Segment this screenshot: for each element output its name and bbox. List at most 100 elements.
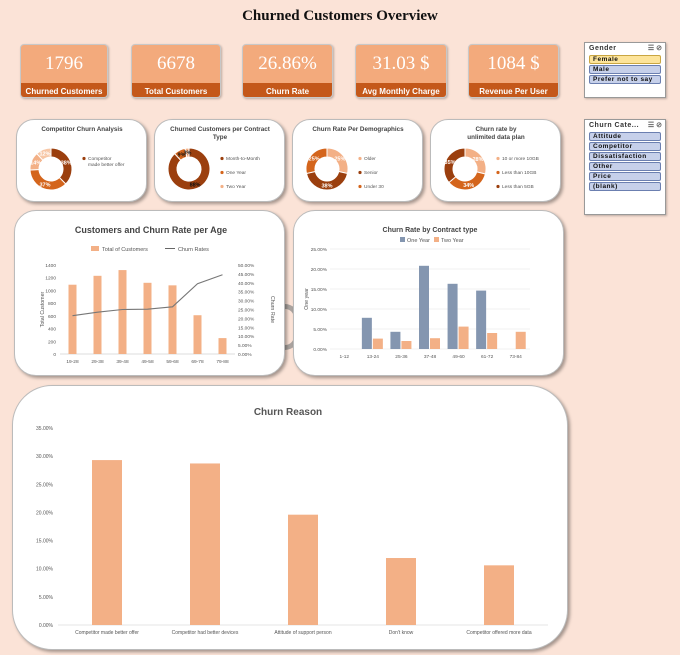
bar [92, 460, 122, 625]
data-plan-card: Churn rate by unlimited data plan 28% 34% 35… [430, 119, 561, 202]
legend-label: One Year [407, 238, 430, 244]
demographics-card: Churn Rate Per Demographics 25% 38% 25% Olde… [292, 119, 423, 202]
bar [476, 290, 487, 349]
chart-title: Type [213, 134, 228, 141]
chart-title: unlimited data plan [467, 134, 525, 141]
contract-chart-card: Churn Rate by Contract type One Year Two Y… [293, 210, 564, 376]
legend-label: 10 or more 10GB [502, 156, 539, 162]
competitor-churn-donut-chart: Competitor Churn Analysis 38% 37% 14% 12% Com… [29, 126, 125, 191]
bar [288, 514, 318, 625]
kpi-label: Total Customers [132, 83, 220, 97]
kpi-label: Churned Customers [21, 83, 107, 97]
slicer-item-competitor[interactable]: Competitor [589, 142, 661, 151]
churn-category-slicer: Churn Cate... ☰ ⊘ Attitude Competitor Dis… [584, 119, 666, 215]
y-tick-label: 1000 [45, 288, 56, 294]
kpi-avg-monthly-charge: 31.03 $ Avg Monthly Charge [355, 44, 447, 98]
kpi-label: Churn Rate [243, 83, 332, 97]
y-tick-label: 200 [48, 339, 56, 345]
legend-label: made better offer [88, 162, 125, 168]
legend-label: One Year [226, 170, 246, 176]
bar [458, 326, 469, 349]
slicer-title: Gender [589, 44, 617, 52]
legend-marker [91, 246, 99, 251]
legend-label: Churn Rates [178, 247, 209, 253]
slice-label: 14% [30, 161, 41, 167]
demographics-donut-chart: Churn Rate Per Demographics 25% 38% 25% Olde… [305, 126, 404, 191]
y2-tick-label: 35.00% [238, 290, 255, 296]
x-tick-label: 49-60 [452, 354, 465, 360]
y2-tick-label: 50.00% [238, 263, 255, 269]
legend-marker [220, 170, 224, 175]
legend-label: Older [364, 156, 376, 162]
slicer-item-prefer-not-to-say[interactable]: Prefer not to say [589, 75, 661, 84]
chart-title: Churn Rate by Contract type [383, 227, 478, 234]
y-tick-label: 10.00% [311, 307, 328, 313]
y-tick-label: 5.00% [313, 327, 327, 333]
x-tick-label: 49-58 [141, 359, 154, 365]
x-tick-label: 19-28 [66, 359, 79, 365]
x-tick-label: 39-48 [116, 359, 129, 365]
x-tick-label: 69-78 [191, 359, 204, 365]
x-tick-label: 37-48 [424, 354, 437, 360]
legend-label: Two Year [226, 184, 246, 190]
chart-title: Churned Customers per Contract [170, 126, 271, 133]
bar [93, 275, 102, 354]
x-tick-label: 79-88 [216, 359, 229, 365]
slicer-item-female[interactable]: Female [589, 55, 661, 64]
legend-marker [358, 156, 362, 161]
slicer-item-other[interactable]: Other [589, 162, 661, 171]
legend-marker [82, 156, 86, 161]
churn-reason-bar-chart: Churn Reason 0.00% 5.00% 10.00% 15.00% 20.00%… [36, 407, 548, 636]
slice-label: 12% [39, 152, 50, 158]
multi-select-icon[interactable]: ☰ [648, 121, 654, 129]
chart-title: Churn Reason [254, 407, 322, 418]
y-tick-label: 0.00% [39, 623, 54, 629]
legend-marker [358, 184, 362, 189]
legend-marker [496, 170, 500, 175]
legend-label: Senior [364, 170, 378, 176]
slicer-item-male[interactable]: Male [589, 65, 661, 74]
y-tick-label: 30.00% [36, 454, 54, 460]
x-tick-label: 25-36 [395, 354, 408, 360]
y2-tick-label: 5.00% [238, 343, 252, 349]
kpi-value: 6678 [157, 53, 195, 74]
bar [190, 463, 220, 625]
kpi-revenue-per-user: 1084 $ Revenue Per User [468, 44, 559, 98]
bar [118, 270, 127, 354]
slicer-item-attitude[interactable]: Attitude [589, 132, 661, 141]
kpi-value: 1796 [45, 53, 83, 74]
chart-title: Competitor Churn Analysis [41, 126, 123, 133]
legend-marker [434, 237, 439, 242]
y2-tick-label: 20.00% [238, 316, 255, 322]
clear-filter-icon[interactable]: ⊘ [656, 44, 662, 52]
slice-label: 37% [39, 182, 50, 188]
slicer-header: Churn Cate... ☰ ⊘ [585, 120, 665, 131]
kpi-label: Avg Monthly Charge [356, 83, 446, 97]
multi-select-icon[interactable]: ☰ [648, 44, 654, 52]
contract-bar-chart: Churn Rate by Contract type One Year Two Y… [304, 227, 530, 360]
kpi-value: 26.86% [258, 53, 317, 74]
x-tick-label: 1-12 [339, 354, 349, 360]
y-tick-label: 400 [48, 327, 56, 333]
slicer-item-price[interactable]: Price [589, 172, 661, 181]
slicer-item-blank[interactable]: (blank) [589, 182, 661, 191]
x-tick-label: 73-84 [510, 354, 523, 360]
slice-label: 35% [445, 160, 456, 166]
legend-marker [358, 170, 362, 175]
kpi-value: 31.03 $ [372, 53, 430, 74]
y-axis-title: Total Customer [40, 291, 46, 327]
kpi-total-customers: 6678 Total Customers [131, 44, 221, 98]
x-tick-label: Competitor offered more data [466, 630, 531, 636]
bar [361, 317, 372, 349]
y-tick-label: 15.00% [311, 287, 328, 293]
bar [193, 315, 202, 354]
bar [401, 341, 412, 349]
legend-label: Total of Customers [102, 247, 148, 253]
slicer-item-dissatisfaction[interactable]: Dissatisfaction [589, 152, 661, 161]
slice-label: 88% [190, 182, 201, 188]
bar [487, 333, 498, 349]
legend-label: Competitor [88, 156, 112, 162]
chart-title: Churn rate by [476, 126, 517, 133]
y-tick-label: 0.00% [313, 347, 327, 353]
clear-filter-icon[interactable]: ⊘ [656, 121, 662, 129]
